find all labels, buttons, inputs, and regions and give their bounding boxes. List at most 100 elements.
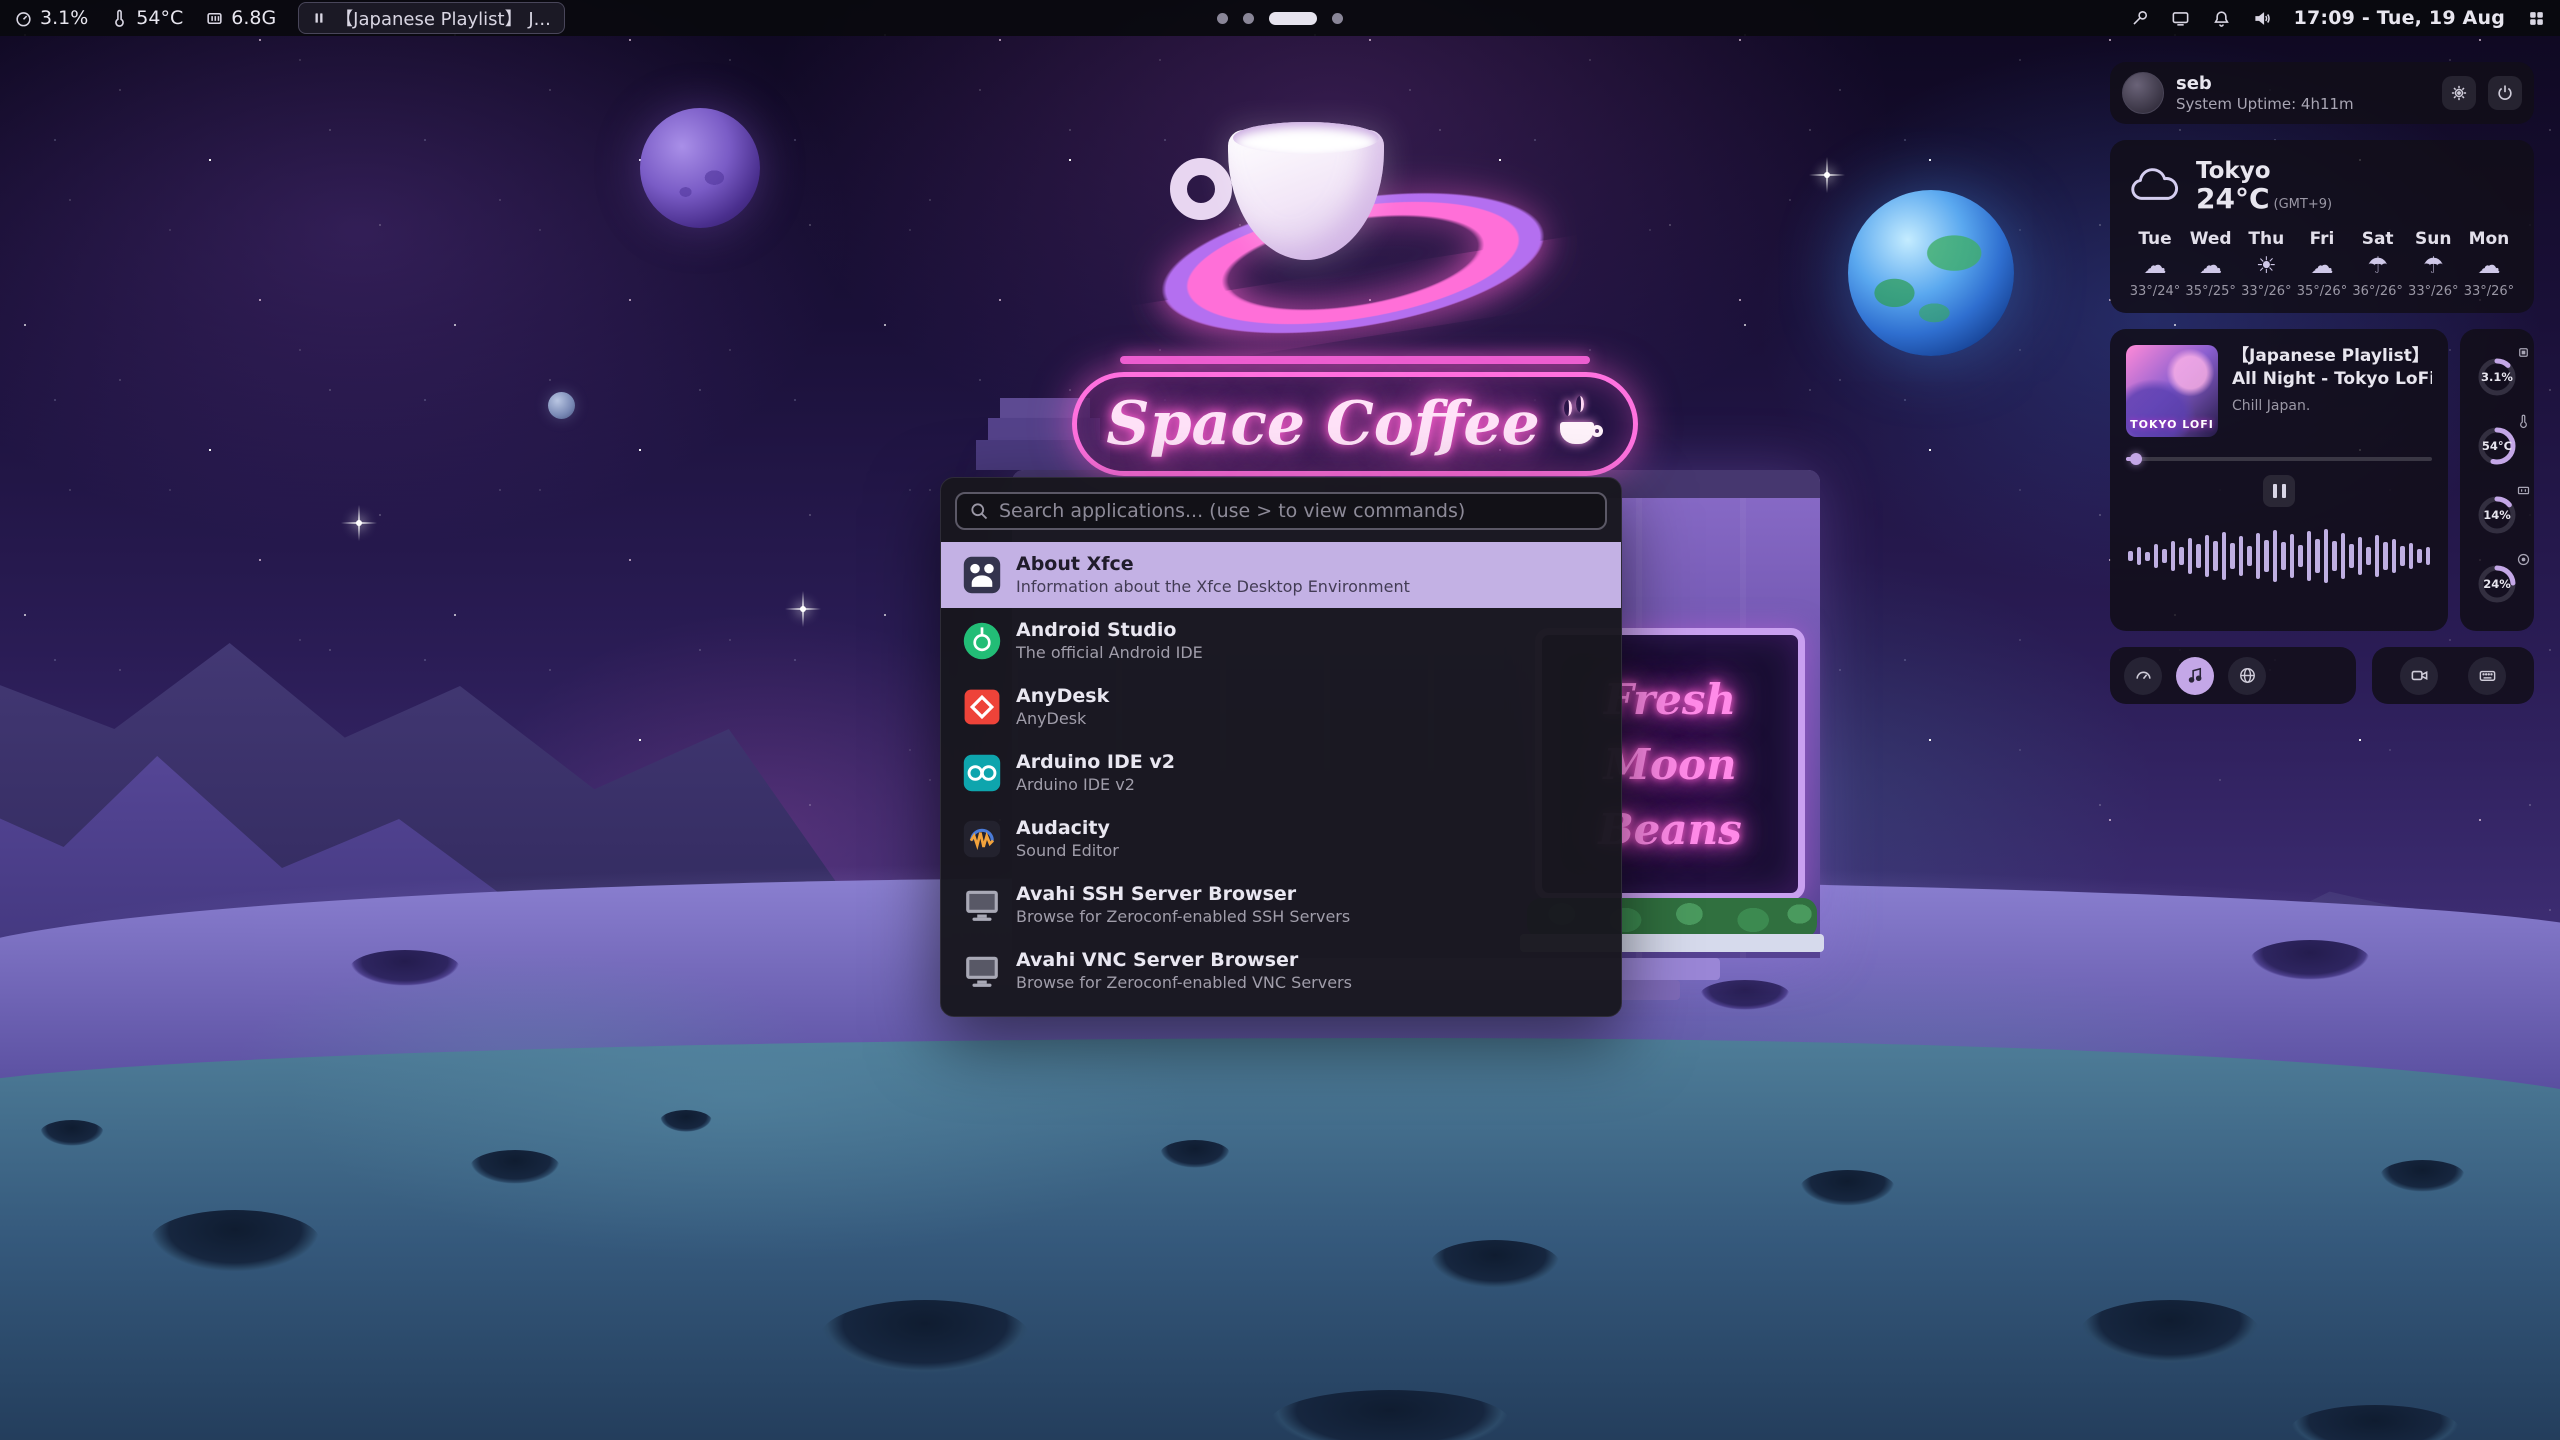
search-input[interactable] xyxy=(999,500,1593,522)
memory-value: 6.8G xyxy=(231,7,276,29)
result-row-android-studio[interactable]: Android Studio The official Android IDE xyxy=(941,608,1621,674)
waveform-bar xyxy=(2426,547,2431,565)
forecast-day: Fri ☁ 35°/26° xyxy=(2295,229,2349,299)
system-gauges: 3.1% 54°C 14% xyxy=(2460,329,2534,631)
waveform-bar xyxy=(2409,543,2414,569)
thermometer-icon xyxy=(2516,414,2531,429)
cup-rim xyxy=(1233,122,1379,154)
result-name: Avahi SSH Server Browser xyxy=(1016,883,1350,907)
settings-button[interactable] xyxy=(2442,76,2476,110)
user-card: seb System Uptime: 4h11m xyxy=(2110,62,2534,124)
clock[interactable]: 17:09 - Tue, 19 Aug xyxy=(2294,7,2505,29)
waveform-bar xyxy=(2179,547,2184,565)
crater xyxy=(1160,1140,1230,1168)
workspace-dot-active[interactable] xyxy=(1269,12,1317,25)
app-launcher: About Xfce Information about the Xfce De… xyxy=(940,477,1622,1017)
waveform-bar xyxy=(2154,544,2159,568)
weather-glyph-icon: ☀ xyxy=(2256,255,2277,278)
music-progress-bar[interactable] xyxy=(2126,457,2432,461)
crater xyxy=(350,950,460,986)
small-moon xyxy=(548,392,575,419)
dashboard-button[interactable] xyxy=(2124,657,2162,695)
forecast-day: Sat ☂ 36°/26° xyxy=(2351,229,2405,299)
browser-button[interactable] xyxy=(2228,657,2266,695)
purple-planet xyxy=(640,108,760,228)
waveform-bar xyxy=(2145,552,2150,561)
crater xyxy=(470,1150,560,1184)
server-browser-icon xyxy=(963,952,1001,990)
keyboard-button[interactable] xyxy=(2468,657,2506,695)
pause-button[interactable] xyxy=(2263,475,2295,507)
power-button[interactable] xyxy=(2488,76,2522,110)
result-row-avahi-ssh[interactable]: Avahi SSH Server Browser Browse for Zero… xyxy=(941,872,1621,938)
waveform-bar xyxy=(2239,536,2244,576)
weather-glyph-icon: ☁ xyxy=(2199,255,2222,278)
result-row-arduino[interactable]: Arduino IDE v2 Arduino IDE v2 xyxy=(941,740,1621,806)
music-progress-handle[interactable] xyxy=(2130,453,2142,465)
cpu-value: 3.1% xyxy=(40,7,88,29)
result-name: Arduino IDE v2 xyxy=(1016,751,1175,775)
waveform-bar xyxy=(2171,541,2176,571)
waveform-bar xyxy=(2290,534,2295,578)
crater xyxy=(1700,980,1790,1010)
result-row-about-xfce[interactable]: About Xfce Information about the Xfce De… xyxy=(941,542,1621,608)
forecast-day: Tue ☁ 33°/24° xyxy=(2128,229,2182,299)
app-grid-icon[interactable] xyxy=(2527,9,2546,28)
workspace-dot[interactable] xyxy=(1217,13,1228,24)
waveform-bar xyxy=(2375,535,2380,577)
album-art: TOKYO LOFI xyxy=(2126,345,2218,437)
waveform-bar xyxy=(2188,538,2193,574)
waveform-bar xyxy=(2332,541,2337,571)
space-coffee-sign: Space Coffee xyxy=(1072,372,1638,476)
temperature-gauge: 54°C xyxy=(2469,418,2525,474)
forecast-day: Wed ☁ 35°/25° xyxy=(2184,229,2238,299)
result-row-avahi-vnc[interactable]: Avahi VNC Server Browser Browse for Zero… xyxy=(941,938,1621,1004)
weather-glyph-icon: ☁ xyxy=(2310,255,2333,278)
pause-icon xyxy=(312,11,326,25)
workspace-dot[interactable] xyxy=(1332,13,1343,24)
avatar[interactable] xyxy=(2122,72,2164,114)
tool-icon[interactable] xyxy=(2130,9,2149,28)
memory-gauge: 14% xyxy=(2469,487,2525,543)
ram-chip-icon xyxy=(2516,483,2531,498)
album-art-label: TOKYO LOFI xyxy=(2126,418,2218,431)
thermometer-icon xyxy=(110,9,129,28)
weather-timezone: (GMT+9) xyxy=(2274,197,2333,212)
waveform-bar xyxy=(2196,544,2201,568)
result-row-audacity[interactable]: Audacity Sound Editor xyxy=(941,806,1621,872)
waveform-bar xyxy=(2205,535,2210,577)
forecast-day: Mon ☁ 33°/26° xyxy=(2462,229,2516,299)
display-icon[interactable] xyxy=(2171,9,2190,28)
star-sparkle xyxy=(356,520,362,526)
memory-indicator[interactable]: 6.8G xyxy=(205,7,276,29)
crater xyxy=(2380,1160,2465,1192)
waveform-bar xyxy=(2383,542,2388,570)
sign-text: Space Coffee xyxy=(1106,389,1540,459)
cpu-indicator[interactable]: 3.1% xyxy=(14,7,88,29)
bell-icon[interactable] xyxy=(2212,9,2231,28)
waveform-bar xyxy=(2273,530,2278,582)
waveform-bar xyxy=(2400,546,2405,566)
screen-record-button[interactable] xyxy=(2400,657,2438,695)
result-desc: Information about the Xfce Desktop Envir… xyxy=(1016,577,1410,597)
waveform-bar xyxy=(2324,529,2329,583)
speedometer-icon xyxy=(2134,666,2153,685)
weather-glyph-icon: ☂ xyxy=(2423,255,2444,278)
music-mode-button[interactable] xyxy=(2176,657,2214,695)
volume-icon[interactable] xyxy=(2253,9,2272,28)
search-box[interactable] xyxy=(955,492,1607,530)
weather-glyph-icon: ☁ xyxy=(2144,255,2167,278)
result-row-anydesk[interactable]: AnyDesk AnyDesk xyxy=(941,674,1621,740)
track-title-line1: 【Japanese Playlist】 Japan xyxy=(2232,345,2432,368)
waveform xyxy=(2126,519,2432,593)
keyboard-icon xyxy=(2478,666,2497,685)
waveform-bar xyxy=(2230,543,2235,569)
now-playing-chip[interactable]: 【Japanese Playlist】 J... xyxy=(298,2,565,34)
waveform-bar xyxy=(2315,539,2320,573)
weather-widget: Tokyo 24°C(GMT+9) Tue ☁ 33°/24° Wed ☁ 35… xyxy=(2110,140,2534,313)
temp-indicator[interactable]: 54°C xyxy=(110,7,183,29)
result-name: About Xfce xyxy=(1016,553,1410,577)
waveform-bar xyxy=(2137,547,2142,565)
forecast-day: Thu ☀ 33°/26° xyxy=(2239,229,2293,299)
workspace-dot[interactable] xyxy=(1243,13,1254,24)
